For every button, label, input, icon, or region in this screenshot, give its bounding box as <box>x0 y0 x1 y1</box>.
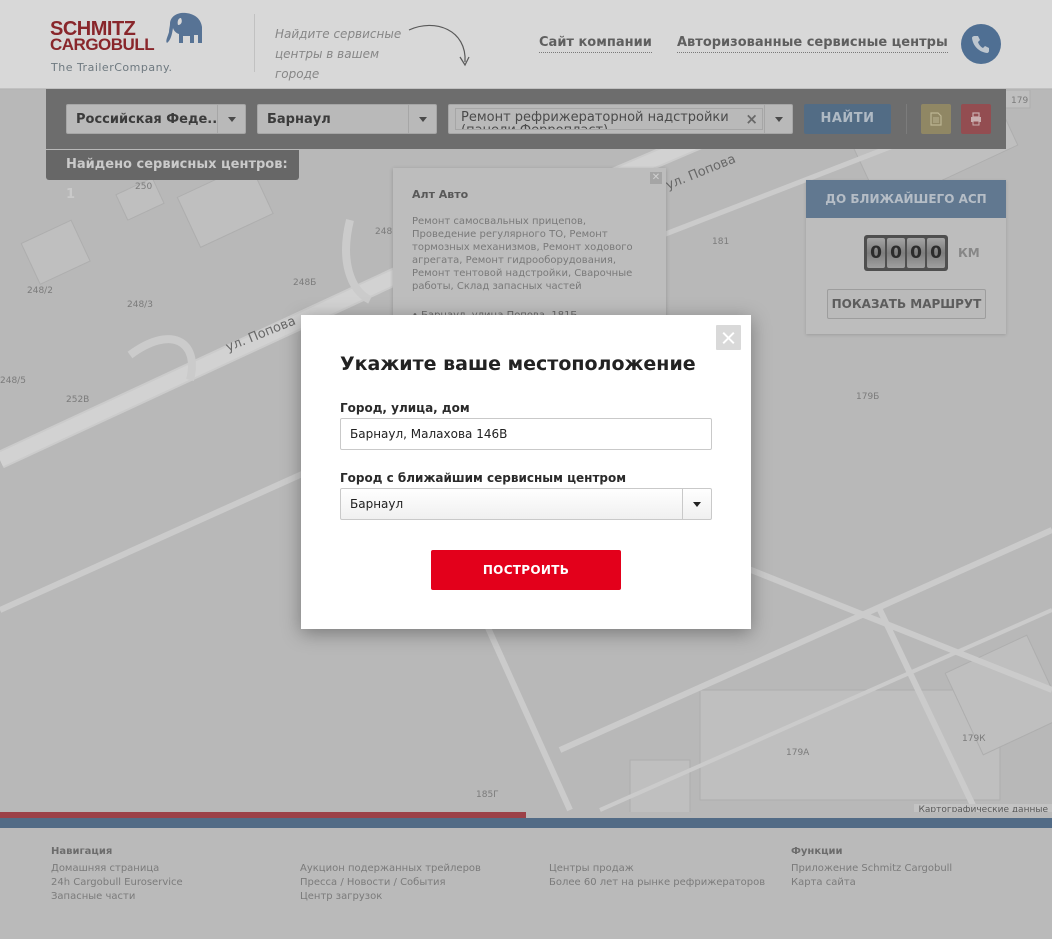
address-input[interactable] <box>340 418 712 450</box>
location-modal: Укажите ваше местоположение Город, улица… <box>301 315 751 629</box>
address-label: Город, улица, дом <box>340 401 470 415</box>
build-route-button[interactable]: ПОСТРОИТЬ <box>431 550 621 590</box>
nearest-city-select[interactable]: Барнаул <box>340 488 712 520</box>
close-icon[interactable] <box>716 325 741 350</box>
nearest-city-value: Барнаул <box>350 497 404 511</box>
city-label: Город с ближайшим сервисным центром <box>340 471 627 485</box>
chevron-down-icon[interactable] <box>682 489 711 519</box>
modal-title: Укажите ваше местоположение <box>340 353 696 375</box>
